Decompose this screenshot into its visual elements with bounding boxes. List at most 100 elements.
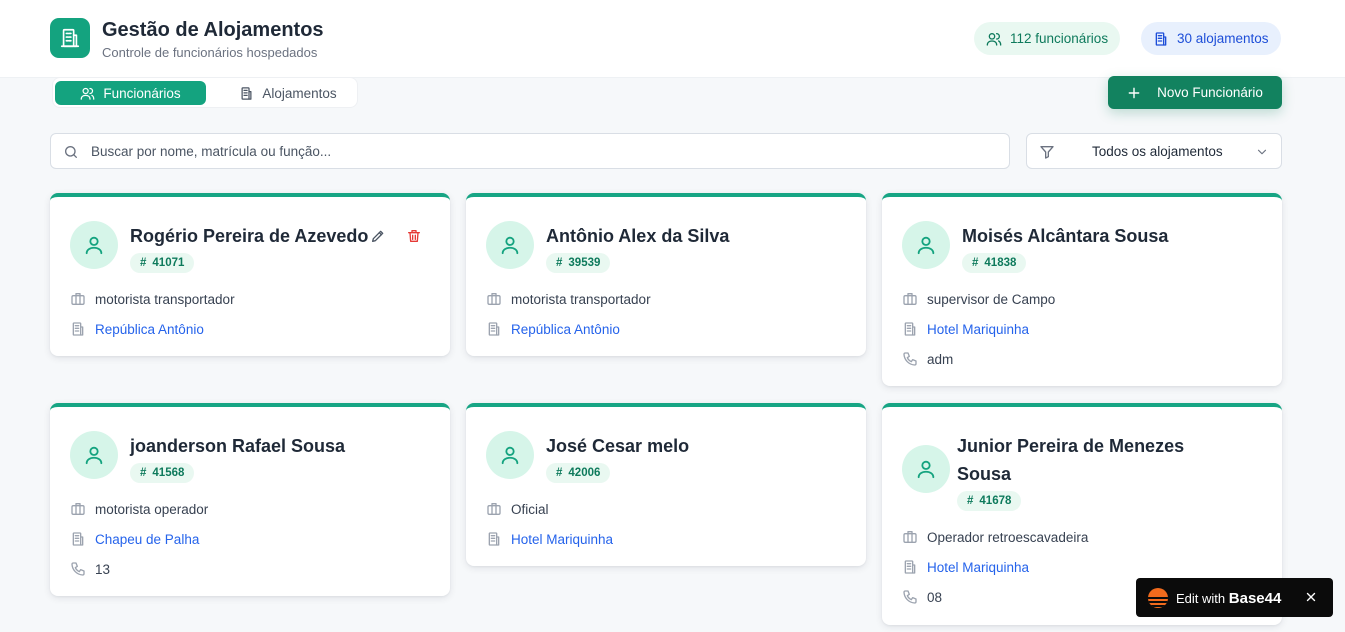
building-icon — [72, 532, 84, 546]
employee-role-row: supervisor de Campo — [902, 291, 1055, 307]
employees-count-text: 112 funcionários — [1010, 31, 1109, 46]
employee-card: José Cesar melo #42006 Oficial Hotel Mar… — [466, 403, 866, 566]
housing-filter-select[interactable]: Todos os alojamentos — [1026, 133, 1282, 169]
employee-id-badge: #41071 — [130, 253, 195, 273]
filter-icon — [1040, 146, 1054, 159]
employee-card: Rogério Pereira de Azevedo #41071 motori… — [50, 193, 450, 356]
employee-card: Antônio Alex da Silva #39539 motorista t… — [466, 193, 866, 356]
employee-name: joanderson Rafael Sousa — [130, 436, 346, 456]
tab-employees-label: Funcionários — [103, 85, 181, 101]
hash-icon: # — [556, 257, 563, 269]
search-box — [50, 133, 1010, 169]
base44-prefix: Edit with — [1176, 591, 1226, 606]
housings-count-badge: 30 alojamentos — [1141, 22, 1281, 55]
search-input[interactable] — [91, 134, 991, 168]
employee-housing-link[interactable]: República Antônio — [511, 322, 620, 337]
trash-icon — [408, 230, 420, 242]
briefcase-icon — [487, 293, 501, 305]
employee-card: Moisés Alcântara Sousa #41838 supervisor… — [882, 193, 1282, 386]
employee-role-row: Operador retroescavadeira — [902, 529, 1088, 545]
employee-housing-link[interactable]: Hotel Mariquinha — [927, 322, 1029, 337]
employee-role: motorista transportador — [511, 291, 651, 307]
employee-housing-link[interactable]: República Antônio — [95, 322, 204, 337]
employee-id-badge: #42006 — [546, 463, 611, 483]
tab-employees[interactable]: Funcionários — [55, 81, 206, 105]
edit-button[interactable] — [367, 225, 389, 247]
search-icon — [65, 146, 77, 158]
user-avatar-icon — [70, 431, 118, 479]
new-employee-button[interactable]: Novo Funcionário — [1108, 76, 1282, 109]
employee-role: supervisor de Campo — [927, 291, 1056, 307]
employee-phone: 13 — [95, 561, 111, 577]
user-avatar-icon — [486, 221, 534, 269]
plus-icon — [1128, 87, 1140, 98]
base44-logo-icon — [1148, 588, 1168, 608]
employee-housing-link[interactable]: Hotel Mariquinha — [511, 532, 613, 547]
phone-icon — [71, 562, 85, 576]
hash-icon: # — [967, 495, 974, 507]
user-avatar-icon — [486, 431, 534, 479]
employees-count-badge: 112 funcionários — [974, 22, 1121, 55]
building-icon — [904, 560, 916, 574]
phone-icon — [903, 590, 917, 604]
employee-phone: 08 — [927, 589, 943, 605]
delete-button[interactable] — [403, 225, 425, 247]
employee-name: Moisés Alcântara Sousa — [962, 226, 1169, 246]
chevron-down-icon — [1257, 149, 1267, 155]
building-icon — [904, 322, 916, 336]
building-icon — [488, 532, 500, 546]
filter-selected-value: Todos os alojamentos — [1092, 144, 1223, 159]
employee-role: motorista operador — [95, 501, 209, 517]
building-icon — [72, 322, 84, 336]
housings-count-text: 30 alojamentos — [1177, 31, 1269, 46]
briefcase-icon — [903, 293, 917, 305]
briefcase-icon — [487, 503, 501, 515]
briefcase-icon — [71, 503, 85, 515]
employee-id: 42006 — [568, 467, 601, 479]
employee-housing-link[interactable]: Chapeu de Palha — [95, 532, 199, 547]
employee-id: 41568 — [152, 467, 185, 479]
employee-housing-row: Hotel Mariquinha — [902, 559, 1029, 575]
base44-label: Edit with Base44 — [1176, 590, 1281, 607]
tab-housings-label: Alojamentos — [262, 85, 337, 101]
close-icon[interactable] — [1304, 590, 1318, 604]
new-employee-label: Novo Funcionário — [1157, 85, 1263, 100]
building-logo-icon — [50, 18, 90, 58]
app-subtitle: Controle de funcionários hospedados — [102, 45, 318, 60]
users-icon — [986, 32, 1002, 46]
employee-card: joanderson Rafael Sousa #41568 motorista… — [50, 403, 450, 596]
employee-housing-row: República Antônio — [486, 321, 620, 337]
employee-housing-link[interactable]: Hotel Mariquinha — [927, 560, 1029, 575]
building-icon — [241, 86, 252, 100]
employee-id: 41838 — [984, 257, 1017, 269]
employee-phone-row: 08 — [902, 589, 942, 605]
employee-name: Junior Pereira de Menezes Sousa — [957, 436, 1185, 484]
employee-name: Rogério Pereira de Azevedo — [130, 226, 369, 246]
employee-id-badge: #39539 — [546, 253, 611, 273]
briefcase-icon — [71, 293, 85, 305]
app-title: Gestão de Alojamentos — [102, 19, 324, 41]
user-avatar-icon — [902, 445, 950, 493]
employee-id: 41678 — [979, 495, 1012, 507]
building-icon — [488, 322, 500, 336]
tab-housings[interactable]: Alojamentos — [218, 81, 358, 105]
base44-brand: Base44 — [1228, 590, 1282, 607]
employee-id-badge: #41678 — [957, 491, 1022, 511]
employee-role-row: motorista transportador — [70, 291, 235, 307]
employee-housing-row: Hotel Mariquinha — [486, 531, 613, 547]
pencil-icon — [372, 230, 384, 242]
employee-housing-row: Chapeu de Palha — [70, 531, 199, 547]
employee-id: 39539 — [568, 257, 601, 269]
employee-id-badge: #41568 — [130, 463, 195, 483]
employee-role-row: Oficial — [486, 501, 549, 517]
employee-housing-row: República Antônio — [70, 321, 204, 337]
briefcase-icon — [903, 531, 917, 543]
hash-icon: # — [556, 467, 563, 479]
employee-phone-row: adm — [902, 351, 953, 367]
employee-role: motorista transportador — [95, 291, 235, 307]
app-header: Gestão de Alojamentos Controle de funcio… — [0, 0, 1345, 78]
user-avatar-icon — [902, 221, 950, 269]
employee-phone: adm — [927, 351, 954, 367]
edit-with-base44-badge[interactable]: Edit with Base44 — [1136, 578, 1333, 617]
phone-icon — [903, 352, 917, 366]
